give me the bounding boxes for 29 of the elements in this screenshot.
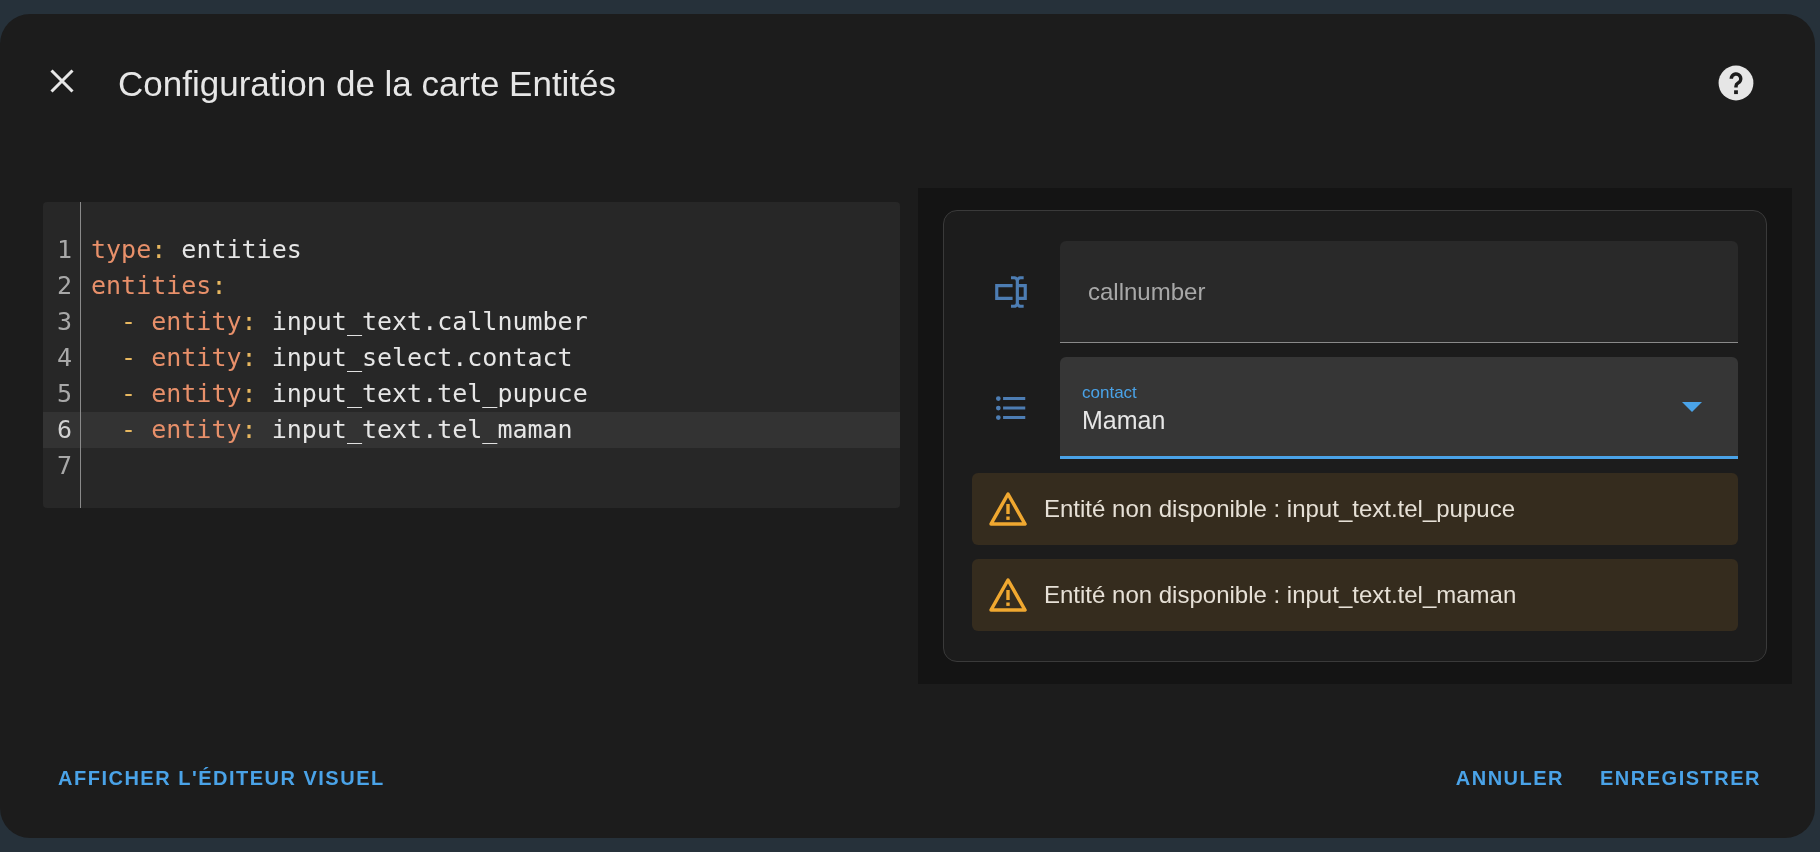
warning-icon (988, 491, 1028, 527)
line-number: 1 (55, 234, 73, 266)
field-label: contact (1082, 382, 1138, 403)
code-line: entities: (90, 270, 228, 302)
close-icon[interactable] (48, 67, 76, 95)
code-line: type: entities (90, 234, 303, 266)
code-editor[interactable]: 1 2 3 4 5 6 7 type: entities entities: - entity: input_text.callnumber - entity: input_select.contact - entity: input_text.tel_pupuce - entity: input_text.tel_maman (43, 202, 900, 508)
text-field[interactable]: callnumber (1060, 241, 1738, 343)
line-number: 5 (55, 378, 73, 410)
line-number: 7 (55, 450, 73, 482)
code-line: - entity: input_text.callnumber (120, 306, 589, 338)
dialog-button[interactable]: ENREGISTRER (1586, 755, 1775, 801)
line-number: 4 (55, 342, 73, 374)
warning-banner: Entité non disponible : input_text.tel_maman (972, 559, 1738, 631)
visual-editor-button[interactable]: AFFICHER L'ÉDITEUR VISUEL (44, 755, 399, 801)
line-number: 2 (55, 270, 73, 302)
warning-icon (988, 577, 1028, 613)
textbox-icon (992, 273, 1030, 311)
select-field[interactable]: contact Maman (1060, 357, 1738, 459)
help-icon[interactable] (1717, 64, 1755, 102)
code-line: - entity: input_text.tel_pupuce (120, 378, 589, 410)
line-number: 6 (43, 412, 80, 448)
code-line: - entity: input_select.contact (120, 342, 574, 374)
dialog-title: Configuration de la carte Entités (118, 64, 618, 104)
dialog-button[interactable]: ANNULER (1441, 755, 1579, 801)
warning-banner: Entité non disponible : input_text.tel_pupuce (972, 473, 1738, 545)
field-value: Maman (1082, 404, 1166, 436)
line-number: 3 (55, 306, 73, 338)
dropdown-caret-icon (1682, 401, 1702, 412)
